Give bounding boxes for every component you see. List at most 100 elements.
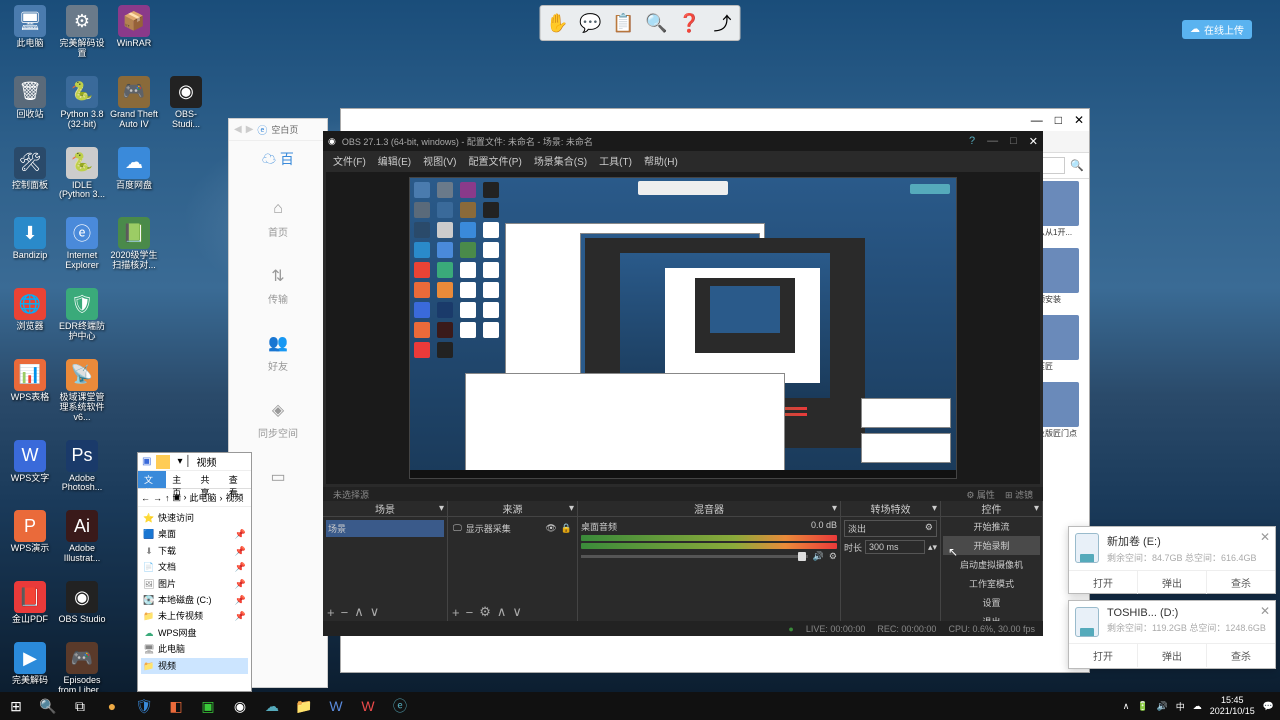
ime-icon[interactable]: 中 [1176, 700, 1185, 713]
gear-icon[interactable]: ⚙ [479, 604, 491, 620]
desktop-icon[interactable]: ⓔInternet Explorer [57, 217, 107, 271]
eject-button[interactable]: 弹出 [1138, 644, 1207, 667]
search-icon[interactable]: 🔍 [32, 692, 64, 720]
tab-file[interactable]: 文件 [138, 471, 166, 488]
down-icon[interactable]: ∨ [512, 604, 522, 620]
remove-icon[interactable]: − [466, 605, 474, 620]
tray-expand-icon[interactable]: ∧ [1123, 701, 1130, 712]
filters-button[interactable]: ⊞ 滤镜 [1005, 488, 1033, 501]
up-icon[interactable]: ∧ [354, 604, 364, 620]
desktop-icon[interactable]: 🐍Python 3.8 (32-bit) [57, 76, 107, 130]
desktop-icon[interactable]: 📦WinRAR [109, 5, 159, 59]
tab-share[interactable]: 共享 [195, 471, 223, 488]
back-icon[interactable]: ← [141, 493, 150, 503]
desktop-icon[interactable]: 🌐浏览器 [5, 288, 55, 342]
wps-icon[interactable]: W [352, 692, 384, 720]
desktop-icon[interactable]: ☁百度网盘 [109, 147, 159, 201]
panel-menu-icon[interactable]: ▾ [832, 503, 837, 514]
lock-icon[interactable]: 🔒 [561, 523, 572, 534]
toolbar-button[interactable]: 📋 [610, 9, 638, 37]
word-icon[interactable]: W [320, 692, 352, 720]
baidu-icon[interactable]: ☁ [256, 692, 288, 720]
menu-item[interactable]: 工具(T) [594, 151, 637, 169]
up-icon[interactable]: ↑ [165, 493, 170, 503]
panel-menu-icon[interactable]: ▾ [1034, 503, 1039, 514]
scan-button[interactable]: 查杀 [1207, 571, 1275, 594]
netdisk-nav-item[interactable]: ⌂首页 [266, 197, 290, 239]
desktop-icon[interactable]: 🖥此电脑 [5, 5, 55, 59]
toolbar-button[interactable]: ❓ [676, 9, 704, 37]
menu-item[interactable]: 文件(F) [328, 151, 371, 169]
tab-home[interactable]: 主页 [166, 471, 194, 488]
netdisk-nav-item[interactable]: ⇅传输 [266, 264, 290, 306]
desktop-icon[interactable]: 🛡EDR终端防护中心 [57, 288, 107, 342]
panel-menu-icon[interactable]: ▾ [932, 503, 937, 514]
tree-item[interactable]: ⭐快速访问 [141, 510, 248, 526]
tab-view[interactable]: 查看 [223, 471, 251, 488]
task-view-icon[interactable]: ⧉ [64, 692, 96, 720]
desktop-icon[interactable]: PsAdobe Photosh... [57, 440, 107, 494]
desktop-icon[interactable]: ⬇Bandizip [5, 217, 55, 271]
desktop-icon[interactable]: WWPS文字 [5, 440, 55, 494]
ie-icon[interactable]: ⓔ [384, 692, 416, 720]
duration-input[interactable]: 300 ms [865, 540, 925, 554]
maximize-button[interactable]: □ [1010, 135, 1017, 148]
volume-slider[interactable] [581, 555, 808, 558]
obs-preview[interactable] [326, 172, 1040, 484]
desktop-icon[interactable]: 🎮Grand Theft Auto IV [109, 76, 159, 130]
desktop-icon[interactable]: ◉OBS Studio [57, 581, 107, 625]
source-item[interactable]: 🖵显示器采集👁🔒 [451, 520, 574, 537]
transition-select[interactable]: 淡出⚙ [844, 520, 937, 537]
obs-icon[interactable]: ◉ [224, 692, 256, 720]
wps-icon[interactable]: ◧ [160, 692, 192, 720]
close-icon[interactable]: ✕ [1260, 604, 1270, 618]
desktop-icon[interactable]: PWPS演示 [5, 510, 55, 564]
gear-icon[interactable]: ⚙ [925, 522, 933, 535]
volume-icon[interactable]: 🔊 [1157, 701, 1168, 712]
control-button[interactable]: 设置 [943, 593, 1040, 612]
toolbar-button[interactable]: ✋ [544, 9, 572, 37]
eye-icon[interactable]: 👁 [545, 523, 556, 534]
desktop-icon[interactable]: ▶完美解码 [5, 642, 55, 696]
open-button[interactable]: 打开 [1069, 644, 1138, 667]
panel-menu-icon[interactable]: ▾ [439, 503, 444, 514]
open-button[interactable]: 打开 [1069, 571, 1138, 594]
gear-icon[interactable]: ⚙ [829, 551, 837, 562]
desktop-icon[interactable]: 🎮Episodes from Liber... [57, 642, 107, 696]
app-icon[interactable]: ▣ [192, 692, 224, 720]
battery-icon[interactable]: 🔋 [1137, 701, 1148, 712]
menu-item[interactable]: 视图(V) [418, 151, 461, 169]
menu-item[interactable]: 配置文件(P) [463, 151, 526, 169]
desktop-icon[interactable]: 🛠控制面板 [5, 147, 55, 201]
close-icon[interactable]: ✕ [1260, 530, 1270, 544]
panel-menu-icon[interactable]: ▾ [569, 503, 574, 514]
scan-button[interactable]: 查杀 [1207, 644, 1275, 667]
remove-icon[interactable]: − [341, 605, 349, 620]
control-button[interactable]: 开始录制 [943, 536, 1040, 555]
chrome-icon[interactable]: ● [96, 692, 128, 720]
speaker-icon[interactable]: 🔊 [813, 551, 824, 562]
properties-button[interactable]: ⚙ 属性 [966, 488, 995, 501]
help-icon[interactable]: ? [969, 135, 975, 148]
netdisk-nav-item[interactable]: ▭ [266, 465, 290, 492]
minimize-button[interactable]: — [1031, 113, 1043, 127]
toolbar-button[interactable]: 🔍 [643, 9, 671, 37]
add-icon[interactable]: + [327, 605, 335, 620]
tree-item[interactable]: 📄文档📌 [141, 559, 248, 575]
explorer-icon[interactable]: 📁 [288, 692, 320, 720]
forward-icon[interactable]: → [153, 493, 162, 503]
desktop-icon[interactable]: AiAdobe Illustrat... [57, 510, 107, 564]
eject-button[interactable]: 弹出 [1138, 571, 1207, 594]
add-icon[interactable]: + [452, 605, 460, 620]
menu-item[interactable]: 场景集合(S) [529, 151, 592, 169]
desktop-icon[interactable]: 📊WPS表格 [5, 359, 55, 423]
cloud-icon[interactable]: ☁ [1193, 701, 1202, 712]
desktop-icon[interactable]: ◉OBS-Studi... [161, 76, 211, 130]
maximize-button[interactable]: □ [1055, 113, 1062, 127]
control-button[interactable]: 工作室模式 [943, 574, 1040, 593]
netdisk-nav-item[interactable]: 👥好友 [266, 331, 290, 373]
search-icon[interactable]: 🔍 [1070, 159, 1084, 172]
menu-item[interactable]: 帮助(H) [639, 151, 683, 169]
desktop-icon[interactable]: 📡极域课堂管理系统软件v6... [57, 359, 107, 423]
tree-item[interactable]: 🟦桌面📌 [141, 526, 248, 542]
